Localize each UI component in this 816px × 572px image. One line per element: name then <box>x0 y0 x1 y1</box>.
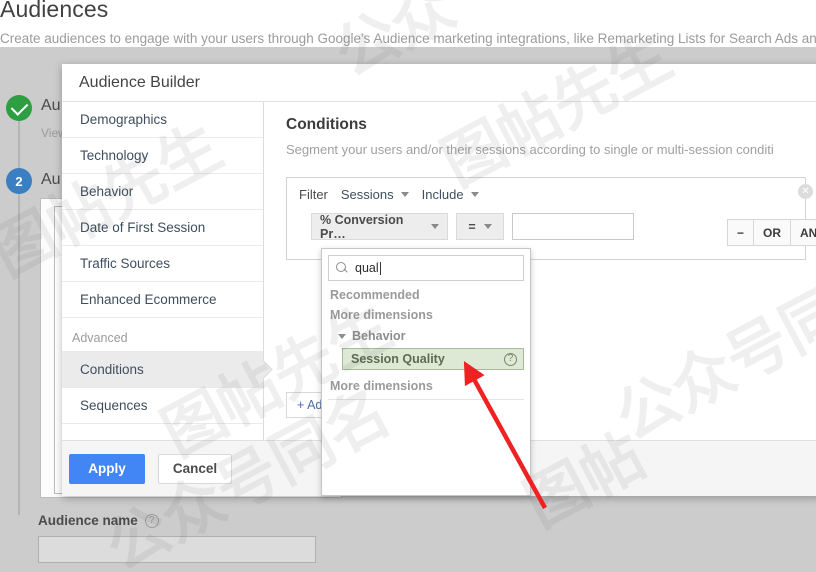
search-icon <box>336 262 346 272</box>
sidebar-group-advanced: Advanced <box>62 318 263 352</box>
conditions-heading: Conditions <box>286 116 816 134</box>
operator-select[interactable]: = <box>456 213 504 240</box>
dropdown-section-more-dimensions: More dimensions <box>328 302 524 322</box>
dimension-search-field[interactable]: qual <box>328 255 524 281</box>
filter-scope-row: Filter Sessions Include <box>299 187 805 202</box>
operator-select-value: = <box>468 220 475 234</box>
dialog-header: Audience Builder <box>62 64 816 102</box>
chevron-down-icon <box>431 224 439 229</box>
sidebar-item-conditions[interactable]: Conditions <box>62 352 263 388</box>
sidebar-item-demographics[interactable]: Demographics <box>62 102 263 138</box>
check-icon <box>10 98 28 116</box>
page-title: Audiences <box>0 0 108 23</box>
audience-name-label-text: Audience name <box>38 513 138 528</box>
dimension-search-value: qual <box>355 261 379 275</box>
filter-mode-select[interactable]: Include <box>422 187 479 202</box>
step-2-badge: 2 <box>6 168 32 194</box>
conditions-subheading: Segment your users and/or their sessions… <box>286 142 816 157</box>
logic-button-group: − OR AND <box>727 219 816 246</box>
sidebar-item-traffic-sources[interactable]: Traffic Sources <box>62 246 263 282</box>
close-circle-icon[interactable]: ✕ <box>798 184 813 199</box>
dropdown-group-behavior[interactable]: Behavior <box>328 322 524 343</box>
filter-mode-value: Include <box>422 187 464 202</box>
audience-name-input[interactable] <box>38 536 316 563</box>
help-circle-icon[interactable]: ? <box>145 514 159 528</box>
caret-down-icon <box>338 334 346 339</box>
step-1-title: Au <box>41 97 61 115</box>
dropdown-group-behavior-label: Behavior <box>352 329 406 343</box>
condition-value-input[interactable] <box>512 213 634 240</box>
chevron-down-icon <box>484 224 492 229</box>
or-button[interactable]: OR <box>754 220 791 245</box>
step-2-title: Au <box>41 171 61 189</box>
chevron-down-icon <box>471 192 479 197</box>
dropdown-option-session-quality[interactable]: Session Quality ? <box>342 348 524 370</box>
cancel-button[interactable]: Cancel <box>158 454 232 484</box>
page-description-line1: Create audiences to engage with your use… <box>0 31 816 46</box>
screen: Audiences Create audiences to engage wit… <box>0 0 816 572</box>
filter-scope-value: Sessions <box>341 187 394 202</box>
audience-name-label: Audience name ? <box>38 513 159 528</box>
help-circle-icon[interactable]: ? <box>504 353 517 366</box>
sidebar-item-enhanced-ecommerce[interactable]: Enhanced Ecommerce <box>62 282 263 318</box>
step-1-badge-complete <box>6 95 32 121</box>
dimension-dropdown: qual Recommended More dimensions Behavio… <box>321 248 531 496</box>
dialog-title: Audience Builder <box>79 74 200 92</box>
dropdown-footer-more-dimensions: More dimensions <box>328 370 524 400</box>
dropdown-section-recommended: Recommended <box>328 281 524 302</box>
step-rail <box>18 95 20 515</box>
sidebar-item-technology[interactable]: Technology <box>62 138 263 174</box>
and-button[interactable]: AND <box>791 220 816 245</box>
dialog-sidebar: Demographics Technology Behavior Date of… <box>62 102 264 495</box>
sidebar-item-behavior[interactable]: Behavior <box>62 174 263 210</box>
dropdown-option-label: Session Quality <box>351 352 445 366</box>
chevron-down-icon <box>401 192 409 197</box>
dimension-select-value: % Conversion Pr… <box>320 213 431 241</box>
sidebar-item-sequences[interactable]: Sequences <box>62 388 263 424</box>
filter-label: Filter <box>299 187 328 202</box>
remove-condition-button[interactable]: − <box>728 220 754 245</box>
apply-button[interactable]: Apply <box>69 454 145 484</box>
sidebar-item-date-of-first-session[interactable]: Date of First Session <box>62 210 263 246</box>
dimension-select[interactable]: % Conversion Pr… <box>311 213 448 240</box>
filter-scope-select[interactable]: Sessions <box>341 187 409 202</box>
